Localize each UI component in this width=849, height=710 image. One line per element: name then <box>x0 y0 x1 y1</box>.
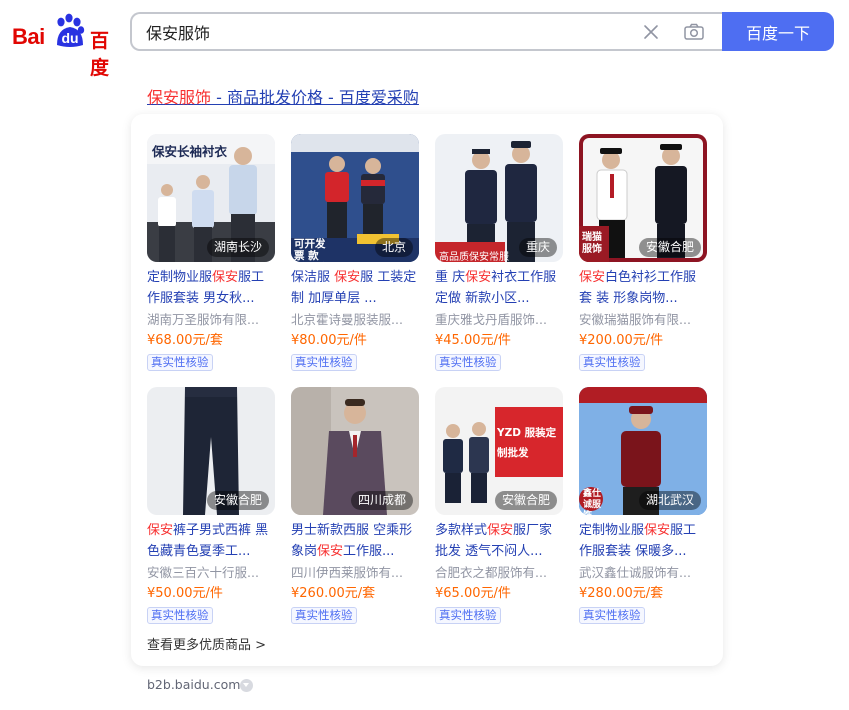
camera-icon[interactable] <box>683 22 705 42</box>
product-name[interactable]: 男士新款西服 空乘形象岗保安工作服... <box>291 520 419 562</box>
product-image[interactable]: YZD 服装定制批发 安徽合肥 <box>435 387 563 515</box>
product-name-text: 工作服... <box>343 544 395 559</box>
product-item[interactable]: 保安长袖衬衣 湖南长沙 定制物业服保安服工作服套装 男女秋... 湖南万圣服饰有… <box>147 134 277 371</box>
product-image[interactable]: 四川成都 <box>291 387 419 515</box>
more-products-link[interactable]: 查看更多优质商品 > <box>147 634 266 653</box>
verified-badge[interactable]: 真实性核验 <box>147 354 213 371</box>
product-name-highlight: 保安 <box>147 523 174 538</box>
logo-text-cn: 百度 <box>90 30 109 79</box>
product-shop[interactable]: 武汉鑫仕诚服饰有... <box>579 563 707 583</box>
product-name-text: 定制物业服 <box>147 270 213 285</box>
search-box <box>130 12 724 51</box>
product-location: 安徽合肥 <box>206 491 269 510</box>
product-price: ¥65.00元/件 <box>435 586 511 601</box>
product-image[interactable]: 瑞猫服饰 安徽合肥 <box>579 134 707 262</box>
product-shop[interactable]: 北京霍诗曼服装服... <box>291 310 419 330</box>
verified-badge[interactable]: 真实性核验 <box>579 354 645 371</box>
product-shop[interactable]: 安徽三百六十行服... <box>147 563 275 583</box>
product-item[interactable]: 安徽合肥 保安裤子男式西裤 黑色藏青色夏季工... 安徽三百六十行服... ¥5… <box>147 387 277 624</box>
product-name-text: 定制物业服 <box>579 523 645 538</box>
dropdown-chevron-icon[interactable] <box>240 679 253 692</box>
product-price: ¥260.00元/套 <box>291 586 376 601</box>
product-location: 安徽合肥 <box>494 491 557 510</box>
product-price: ¥50.00元/件 <box>147 586 223 601</box>
thumb-caption: 瑞猫服饰 <box>582 232 602 255</box>
product-item[interactable]: 瑞猫服饰 安徽合肥 保安白色衬衫工作服套 装 形象岗物... 安徽瑞猫服饰有限.… <box>579 134 709 371</box>
product-price: ¥45.00元/件 <box>435 333 511 348</box>
search-button[interactable]: 百度一下 <box>722 12 834 51</box>
result-title-link[interactable]: 保安服饰 - 商品批发价格 - 百度爱采购 <box>147 84 419 108</box>
product-name[interactable]: 保洁服 保安服 工装定制 加厚单层 ... <box>291 267 419 309</box>
product-shop[interactable]: 安徽瑞猫服饰有限... <box>579 310 707 330</box>
verified-badge[interactable]: 真实性核验 <box>435 607 501 624</box>
verified-badge[interactable]: 真实性核验 <box>291 607 357 624</box>
product-name-text: 重 庆 <box>435 270 466 285</box>
product-item[interactable]: 可开发票 款式多样 北京 保洁服 保安服 工装定制 加厚单层 ... 北京霍诗曼… <box>291 134 421 371</box>
product-name[interactable]: 保安白色衬衫工作服套 装 形象岗物... <box>579 267 707 309</box>
product-name-highlight: 保安 <box>487 523 514 538</box>
product-name[interactable]: 定制物业服保安服工作服套装 保暖多... <box>579 520 707 562</box>
product-image[interactable]: 高品质保安常服 重庆 <box>435 134 563 262</box>
product-shop[interactable]: 四川伊西莱服饰有... <box>291 563 419 583</box>
product-location: 四川成都 <box>350 491 413 510</box>
product-location: 重庆 <box>518 238 557 257</box>
product-name-highlight: 保安 <box>579 270 606 285</box>
product-image[interactable]: 安徽合肥 <box>147 387 275 515</box>
product-name-text: 保洁服 <box>291 270 335 285</box>
result-title-rest: - 商品批发价格 - 百度爱采购 <box>211 88 419 107</box>
product-name[interactable]: 多款样式保安服厂家批发 透气不闷人... <box>435 520 563 562</box>
product-location: 湖南长沙 <box>206 238 269 257</box>
result-title-highlight: 保安服饰 <box>147 88 212 107</box>
product-name-highlight: 保安 <box>334 270 361 285</box>
thumb-caption: YZD 服装定制批发 <box>497 427 557 459</box>
product-price: ¥80.00元/件 <box>291 333 367 348</box>
product-price: ¥280.00元/套 <box>579 586 664 601</box>
product-location: 北京 <box>374 238 413 257</box>
product-name-highlight: 保安 <box>317 544 344 559</box>
verified-badge[interactable]: 真实性核验 <box>435 354 501 371</box>
product-image[interactable]: 保安长袖衬衣 湖南长沙 <box>147 134 275 262</box>
product-image[interactable]: 可开发票 款式多样 北京 <box>291 134 419 262</box>
product-price: ¥68.00元/套 <box>147 333 223 348</box>
product-shop[interactable]: 湖南万圣服饰有限... <box>147 310 275 330</box>
logo-text-du: du <box>61 30 79 46</box>
verified-badge[interactable]: 真实性核验 <box>147 607 213 624</box>
product-shop[interactable]: 合肥衣之都服饰有... <box>435 563 563 583</box>
product-name-highlight: 保安 <box>212 270 239 285</box>
product-item[interactable]: 鑫仕诚服饰 厂家直销 湖北武汉 定制物业服保安服工作服套装 保暖多... 武汉鑫… <box>579 387 709 624</box>
product-price: ¥200.00元/件 <box>579 333 664 348</box>
product-name-text: 多款样式 <box>435 523 488 538</box>
product-item[interactable]: YZD 服装定制批发 安徽合肥 多款样式保安服厂家批发 透气不闷人... 合肥衣… <box>435 387 565 624</box>
product-item[interactable]: 四川成都 男士新款西服 空乘形象岗保安工作服... 四川伊西莱服饰有... ¥2… <box>291 387 421 624</box>
product-name-highlight: 保安 <box>465 270 492 285</box>
search-input[interactable] <box>146 14 626 49</box>
thumb-caption: 高品质保安常服 <box>439 252 509 262</box>
thumb-caption: 可开发票 款式多样 <box>294 238 326 262</box>
logo-text-bai: Bai <box>12 24 45 49</box>
product-location: 湖北武汉 <box>638 491 701 510</box>
product-location: 安徽合肥 <box>638 238 701 257</box>
product-shop[interactable]: 重庆雅戈丹盾服饰... <box>435 310 563 330</box>
verified-badge[interactable]: 真实性核验 <box>291 354 357 371</box>
thumb-caption: 保安长袖衬衣 <box>152 144 228 159</box>
product-name-highlight: 保安 <box>644 523 671 538</box>
clear-icon[interactable] <box>641 22 661 42</box>
product-card: 保安长袖衬衣 湖南长沙 定制物业服保安服工作服套装 男女秋... 湖南万圣服饰有… <box>131 114 723 666</box>
verified-badge[interactable]: 真实性核验 <box>579 607 645 624</box>
product-name[interactable]: 定制物业服保安服工作服套装 男女秋... <box>147 267 275 309</box>
product-image[interactable]: 鑫仕诚服饰 厂家直销 湖北武汉 <box>579 387 707 515</box>
product-name[interactable]: 保安裤子男式西裤 黑色藏青色夏季工... <box>147 520 275 562</box>
baidu-logo[interactable]: Bai du 百度 <box>12 13 116 79</box>
product-item[interactable]: 高品质保安常服 重庆 重 庆保安衬衣工作服定做 新款小区... 重庆雅戈丹盾服饰… <box>435 134 565 371</box>
thumb-caption: 鑫仕诚服饰 厂家直销 <box>583 489 602 515</box>
product-name[interactable]: 重 庆保安衬衣工作服定做 新款小区... <box>435 267 563 309</box>
source-url[interactable]: b2b.baidu.com <box>147 677 240 692</box>
